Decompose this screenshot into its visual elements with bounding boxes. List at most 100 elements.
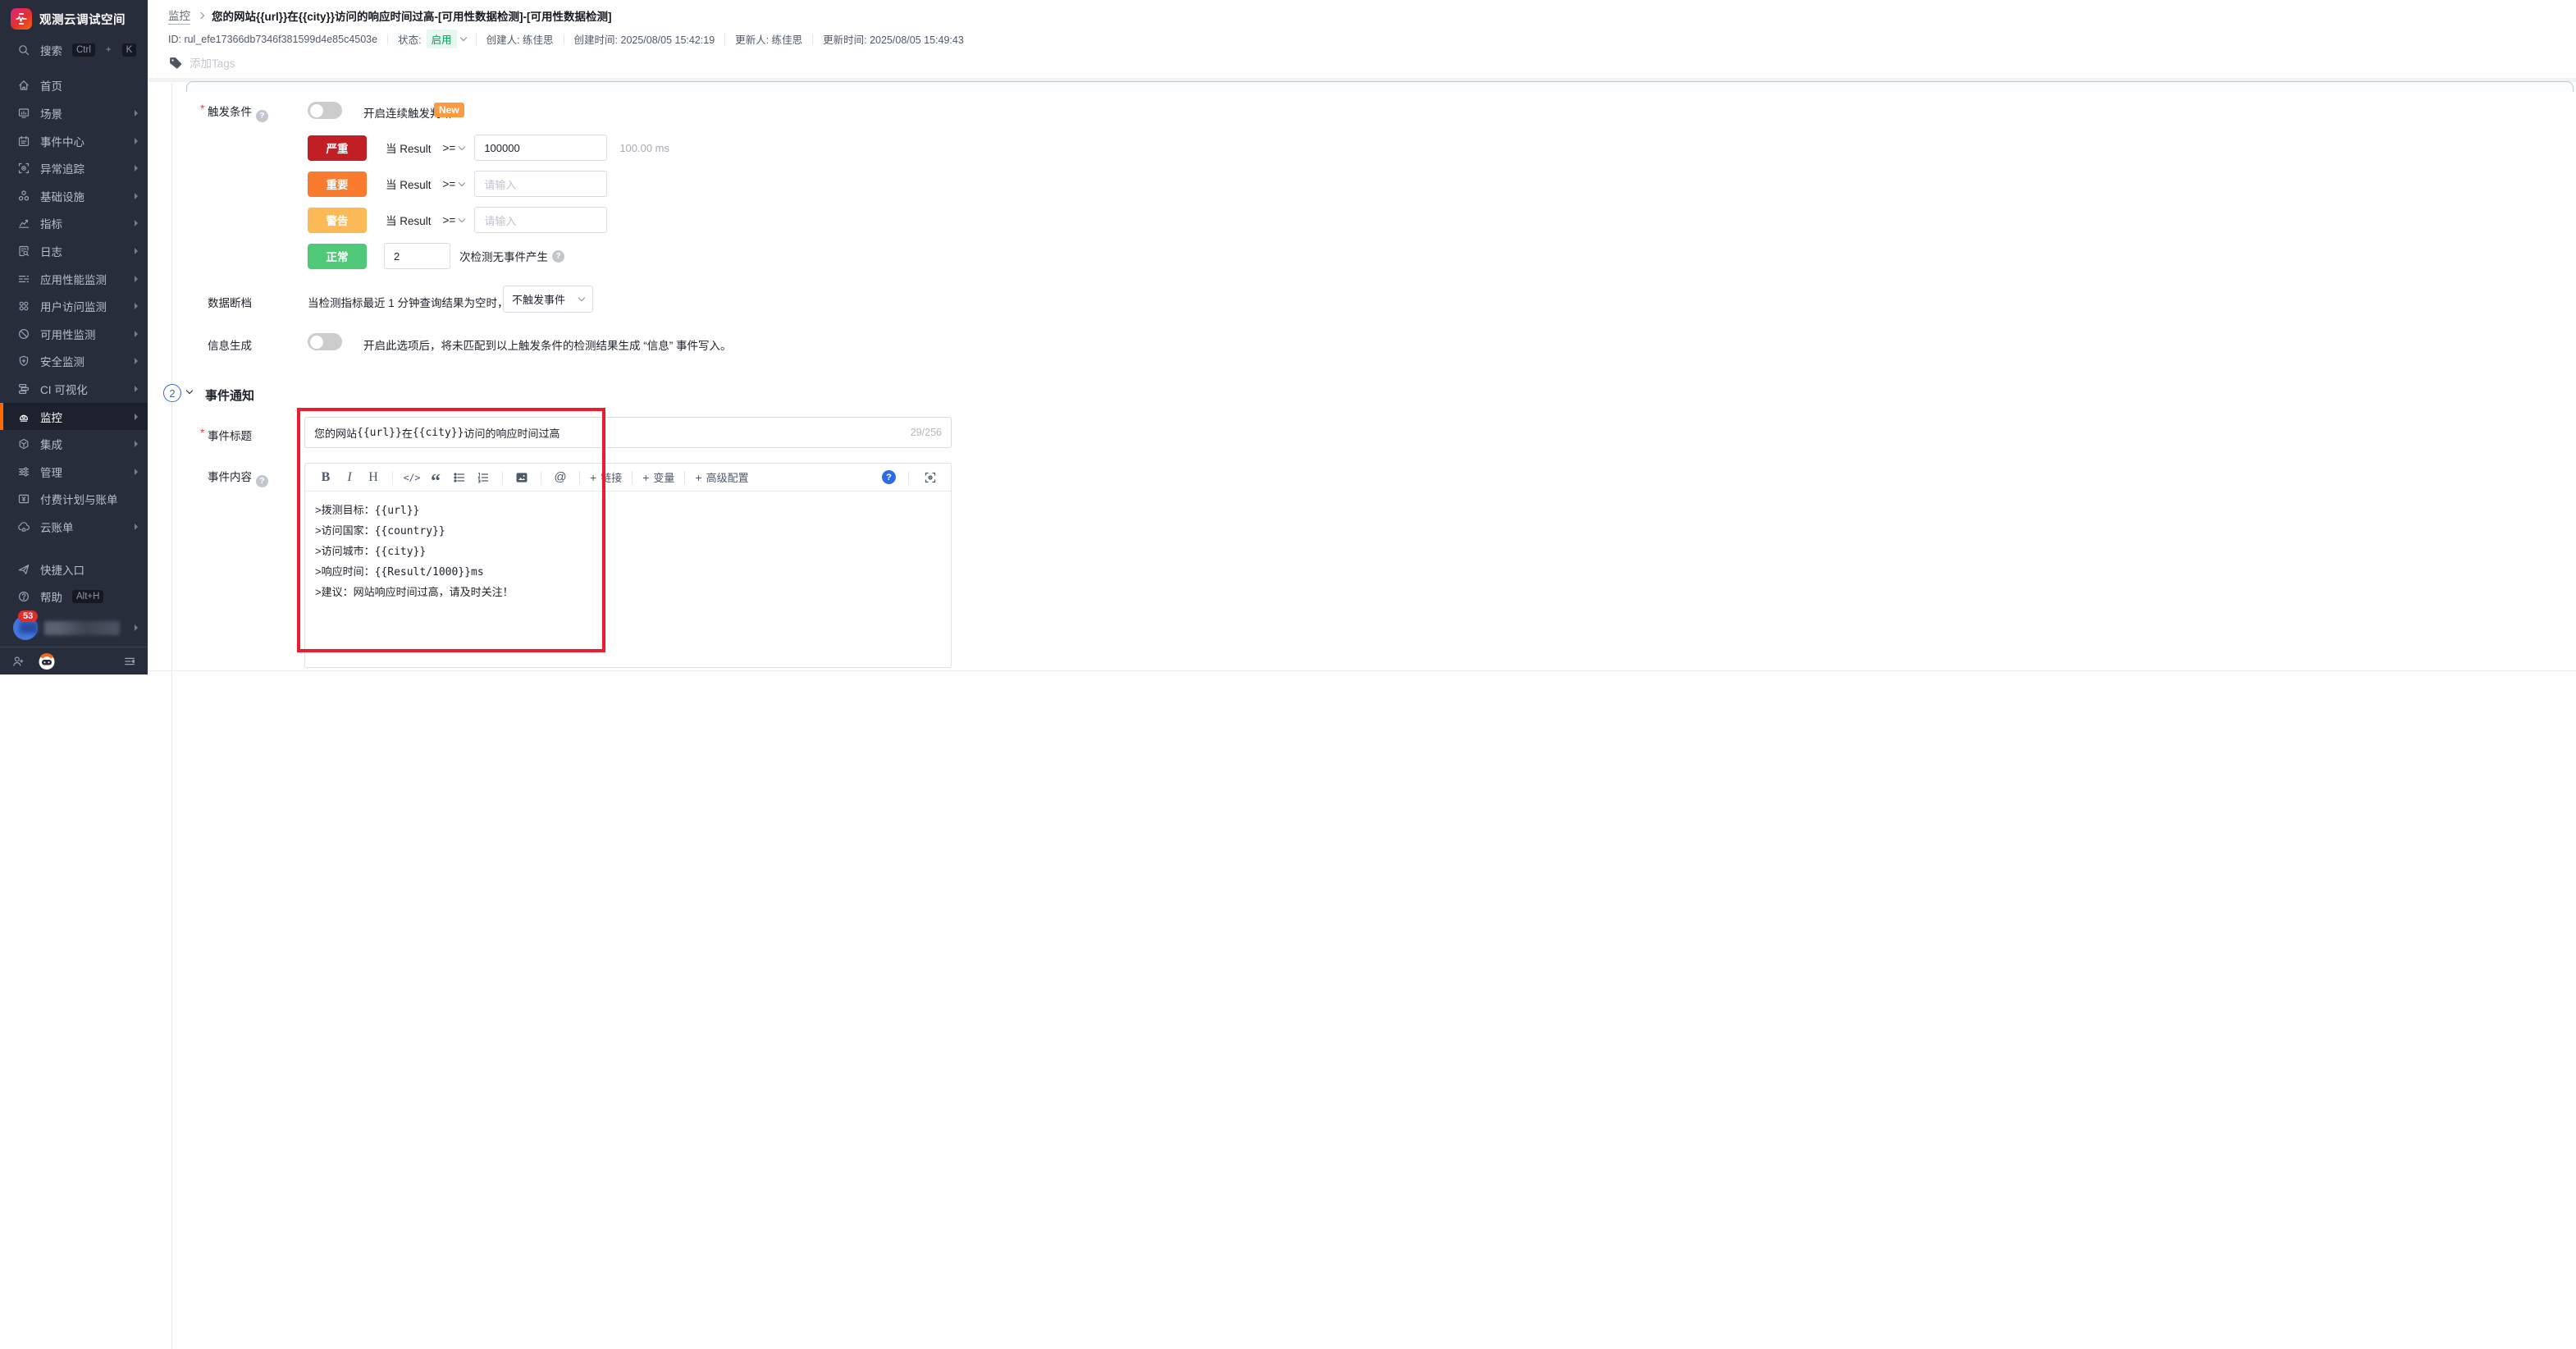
warning-threshold-input[interactable]: 请输入 (474, 207, 607, 233)
paper-plane-icon (17, 563, 30, 576)
editor-line: >响应时间：{{Result/1000}}ms (315, 562, 941, 583)
step-connector-line (171, 403, 172, 1349)
severity-row-critical: 严重 当 Result >= 100000 100.00 ms (308, 135, 669, 161)
sidebar-item-monitor[interactable]: 监控 (0, 403, 148, 431)
chevron-down-icon[interactable] (459, 179, 465, 185)
sidebar-item-event-center[interactable]: 事件中心 (0, 127, 148, 155)
add-user-icon[interactable] (11, 655, 25, 668)
sidebar-item-manage[interactable]: 管理 (0, 458, 148, 486)
section-title-event-notify: 事件通知 (205, 386, 254, 404)
quote-button[interactable]: “ (427, 468, 445, 487)
event-content-editor[interactable]: B I H </> “ @ +链接 +变量 +高级配置 ? >拨测目标：{{ur… (304, 463, 952, 668)
chevron-right-icon (135, 441, 138, 447)
chevron-right-icon (135, 414, 138, 420)
avatar-blur (20, 622, 38, 633)
sidebar-item-usability[interactable]: 可用性监测 (0, 320, 148, 348)
sidebar-item-apm[interactable]: 应用性能监测 (0, 265, 148, 293)
code-button[interactable]: </> (403, 468, 421, 487)
sidebar-item-billing[interactable]: 付费计划与账单 (0, 486, 148, 514)
sidebar-item-logs[interactable]: 日志 (0, 237, 148, 265)
normal-count-input[interactable]: 2 (384, 243, 450, 269)
sidebar-item-infrastructure[interactable]: 基础设施 (0, 182, 148, 210)
info-gen-toggle[interactable] (308, 333, 342, 350)
severity-badge-warning: 警告 (308, 208, 367, 233)
image-button[interactable] (513, 468, 531, 487)
add-tags-placeholder: 添加Tags (190, 54, 235, 71)
operator-select[interactable]: >= (443, 178, 456, 190)
editor-body[interactable]: >拨测目标：{{url}} >访问国家：{{country}} >访问城市：{{… (305, 492, 951, 612)
insert-variable-button[interactable]: +变量 (642, 469, 674, 485)
rum-icon (17, 300, 30, 313)
sidebar-item-integration[interactable]: 集成 (0, 430, 148, 458)
home-icon (17, 79, 30, 92)
continuous-trigger-toggle[interactable] (308, 102, 342, 119)
event-content-label: 事件内容? (208, 468, 268, 487)
data-gap-select[interactable]: 不触发事件 (503, 286, 593, 313)
shortcut-key: Alt+H (72, 590, 103, 603)
sidebar-item-ci[interactable]: CI 可视化 (0, 375, 148, 403)
sidebar-item-quick-entry[interactable]: 快捷入口 (0, 556, 148, 583)
important-threshold-input[interactable]: 请输入 (474, 171, 607, 197)
editor-help-icon[interactable]: ? (882, 470, 896, 484)
severity-badge-normal: 正常 (308, 244, 367, 269)
shortcut-key: Ctrl (72, 43, 95, 57)
step-2-indicator: 2 (163, 384, 181, 402)
event-title-input[interactable]: 您的网站{{url}}在{{city}}访问的响应时间过高 29/256 (304, 417, 952, 448)
help-icon[interactable]: ? (256, 475, 268, 487)
monitor-meta-row: ID: rul_efe17366db7346f381599d4e85c4503e… (168, 30, 964, 48)
chevron-down-icon (578, 295, 585, 301)
sidebar-item-home[interactable]: 首页 (0, 72, 148, 100)
sidebar-item-metrics[interactable]: 指标 (0, 210, 148, 238)
bold-button[interactable]: B (317, 468, 335, 487)
workspace-logo[interactable]: 观测云调试空间 (0, 0, 148, 36)
chevron-down-icon[interactable] (459, 34, 466, 41)
tags-row[interactable]: 添加Tags (168, 54, 235, 71)
search-icon (17, 43, 30, 57)
info-gen-label: 信息生成 (208, 336, 252, 353)
section-collapse-icon[interactable] (186, 387, 193, 394)
shortcut-key: K (122, 43, 137, 57)
sidebar-search[interactable]: 搜索 Ctrl+K (0, 36, 148, 64)
editor-line: >建议：网站响应时间过高，请及时关注！ (315, 583, 941, 603)
sidebar-item-error-tracking[interactable]: 异常追踪 (0, 154, 148, 182)
ordered-list-button[interactable] (474, 468, 492, 487)
chevron-right-icon (135, 303, 138, 309)
mention-button[interactable]: @ (551, 468, 569, 487)
sidebar-item-rum[interactable]: 用户访问监测 (0, 292, 148, 320)
workspace-title: 观测云调试空间 (39, 11, 126, 28)
sidebar-item-help[interactable]: 帮助 Alt+H (0, 583, 148, 610)
help-icon[interactable]: ? (552, 250, 564, 263)
section1-card-top (186, 81, 2574, 92)
username-redacted (44, 621, 120, 635)
user-account[interactable]: 53 (0, 610, 148, 647)
italic-button[interactable]: I (340, 468, 359, 487)
sidebar-item-security[interactable]: 安全监测 (0, 348, 148, 376)
advanced-config-button[interactable]: +高级配置 (695, 469, 748, 485)
editor-line: >访问国家：{{country}} (315, 521, 941, 542)
bullet-list-button[interactable] (450, 468, 468, 487)
operator-select[interactable]: >= (443, 214, 456, 226)
status-badge[interactable]: 启用 (427, 30, 457, 48)
editor-toolbar: B I H </> “ @ +链接 +变量 +高级配置 ? (305, 464, 951, 492)
breadcrumb-monitor-link[interactable]: 监控 (168, 7, 190, 25)
sidebar-item-scene[interactable]: 场景 (0, 99, 148, 127)
chevron-right-icon (135, 331, 138, 337)
preview-button[interactable] (921, 468, 939, 487)
insert-link-button[interactable]: +链接 (590, 469, 622, 485)
normal-row-suffix: 次检测无事件产生 (459, 248, 548, 264)
scene-icon (17, 107, 30, 120)
ai-robot-icon[interactable] (36, 651, 57, 672)
chevron-down-icon[interactable] (459, 143, 465, 149)
updater: 更新人: 练佳思 (735, 31, 802, 47)
sidebar-item-cloud-bill[interactable]: 云账单 (0, 513, 148, 541)
apm-icon (17, 272, 30, 286)
help-icon[interactable]: ? (256, 110, 268, 122)
chevron-right-icon (135, 165, 138, 171)
critical-threshold-input[interactable]: 100000 (474, 135, 607, 161)
operator-select[interactable]: >= (443, 142, 456, 154)
chevron-down-icon[interactable] (459, 215, 465, 222)
collapse-sidebar-icon[interactable] (123, 655, 136, 668)
chevron-right-icon (135, 276, 138, 282)
heading-button[interactable]: H (364, 468, 382, 487)
chevron-right-icon (135, 524, 138, 530)
